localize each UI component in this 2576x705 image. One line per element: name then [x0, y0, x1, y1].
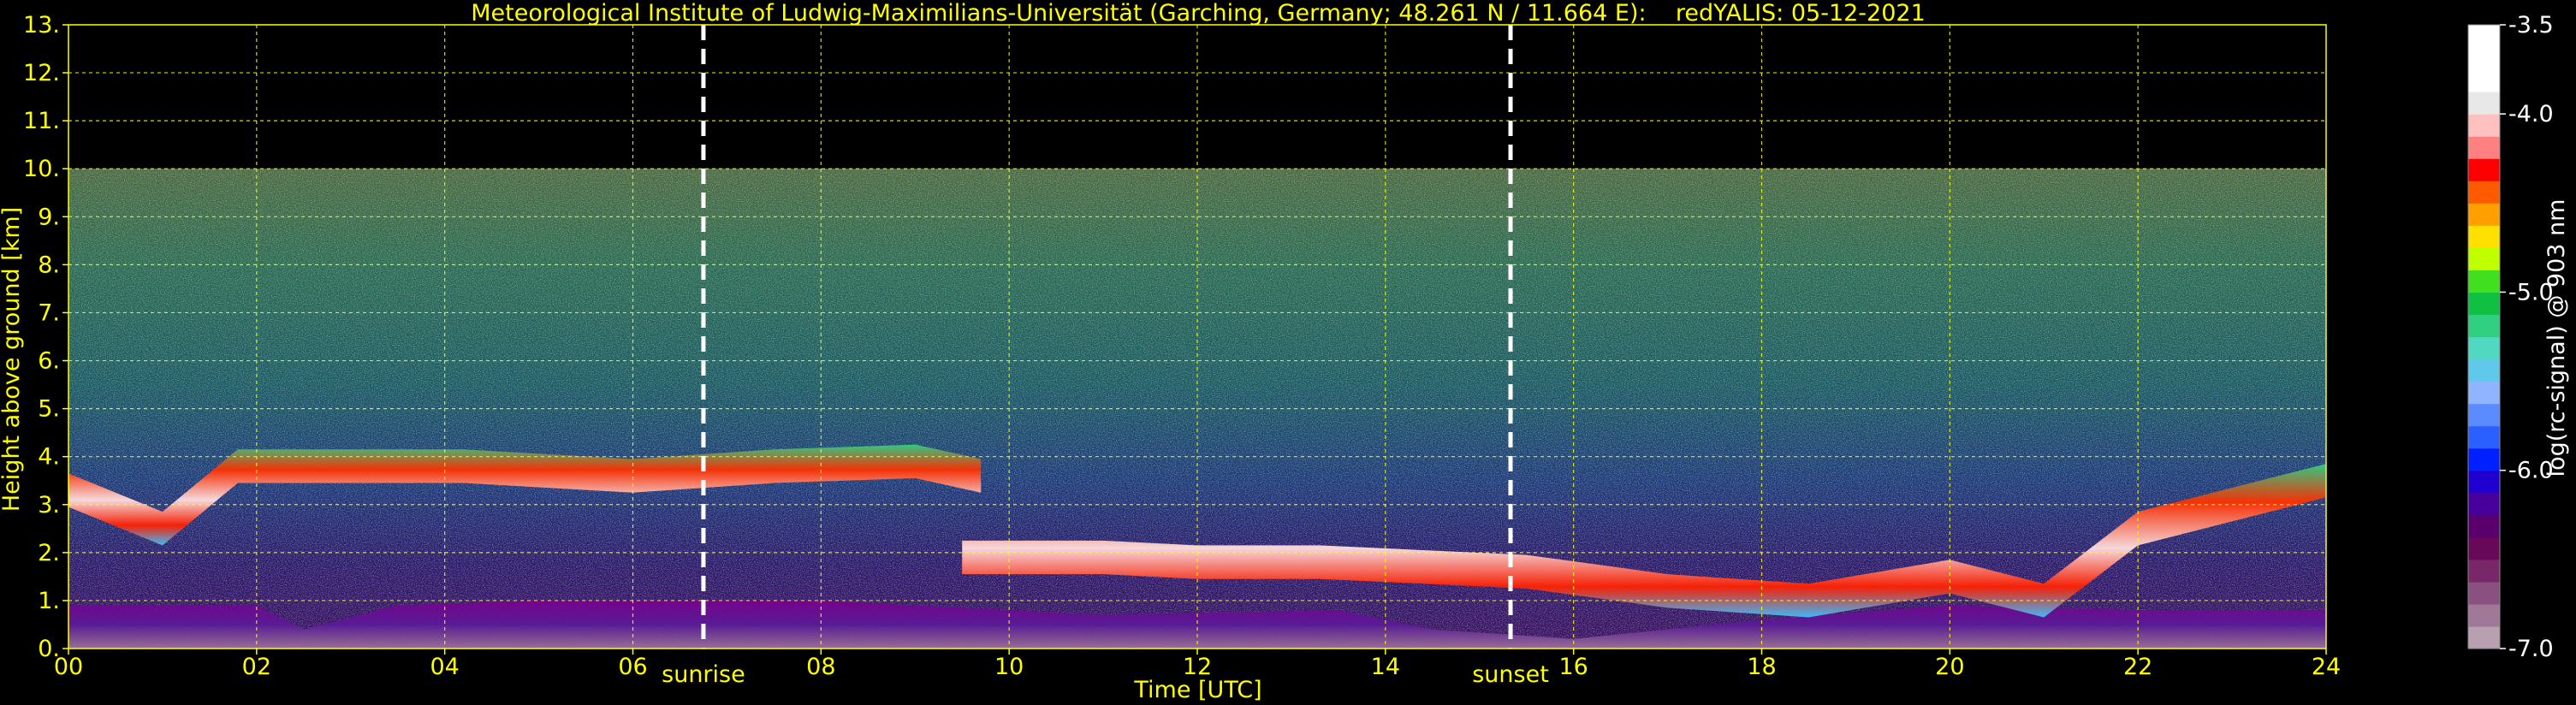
chart-title: Meteorological Institute of Ludwig-Maxim…	[471, 0, 1926, 27]
x-tick-label: 22	[2123, 654, 2152, 680]
colorbar-tick-label: -4.0	[2508, 101, 2554, 127]
colorbar-swatch	[2468, 47, 2500, 70]
y-tick-label: 9.	[38, 204, 60, 230]
colorbar-swatch	[2468, 136, 2500, 159]
colorbar-tick-label: -3.5	[2508, 12, 2554, 39]
x-tick-label: 10	[994, 654, 1024, 680]
colorbar-swatch	[2468, 336, 2500, 360]
colorbar-swatch	[2468, 158, 2500, 181]
colorbar-swatch	[2468, 25, 2500, 48]
sunrise-label: sunrise	[662, 661, 745, 688]
y-tick-label: 11.	[23, 108, 60, 134]
y-tick-label: 10.	[23, 156, 60, 182]
colorbar-label: log(rc-signal) @ 903 nm	[2543, 199, 2570, 477]
colorbar-swatch	[2468, 603, 2500, 627]
x-tick-label: 24	[2312, 654, 2341, 680]
y-tick-label: 0.	[38, 636, 60, 662]
x-tick-label: 14	[1371, 654, 1400, 680]
colorbar-swatch	[2468, 203, 2500, 226]
colorbar-swatch	[2468, 314, 2500, 338]
colorbar-swatch	[2468, 470, 2500, 494]
y-tick-label: 4.	[38, 444, 60, 471]
colorbar-swatch	[2468, 181, 2500, 204]
sunset-label: sunset	[1472, 661, 1549, 688]
x-tick-label: 08	[806, 654, 835, 680]
colorbar-swatch	[2468, 536, 2500, 560]
colorbar-swatch	[2468, 358, 2500, 382]
colorbar-swatch	[2468, 381, 2500, 405]
y-axis-label: Height above ground [km]	[0, 207, 25, 512]
y-tick-label: 8.	[38, 252, 60, 278]
lidar-chart: sunrise sunset 00 02 04 06 08 10 12 14 16 18 20 22 24…	[0, 0, 2570, 703]
x-tick-label: 16	[1558, 654, 1588, 680]
y-tick-label: 2.	[38, 540, 60, 566]
y-tick-label: 7.	[38, 299, 60, 326]
colorbar-swatch	[2468, 492, 2500, 516]
y-tick-label: 12.	[23, 60, 60, 86]
colorbar-swatch	[2468, 425, 2500, 449]
y-tick-label: 13.	[23, 12, 60, 39]
colorbar-swatch	[2468, 92, 2500, 115]
colorbar-swatch	[2468, 225, 2500, 248]
colorbar-swatch	[2468, 292, 2500, 316]
y-tick-label: 6.	[38, 348, 60, 375]
x-tick-label: 18	[1747, 654, 1776, 680]
colorbar-swatch	[2468, 581, 2500, 605]
x-tick-label: 20	[1935, 654, 1964, 680]
colorbar-swatch	[2468, 559, 2500, 583]
colorbar-swatch	[2468, 69, 2500, 92]
x-tick-label: 02	[242, 654, 271, 680]
colorbar-swatch	[2468, 270, 2500, 293]
y-tick-label: 3.	[38, 492, 60, 518]
colorbar-swatch	[2468, 114, 2500, 137]
y-tick-label: 5.	[38, 396, 60, 423]
colorbar-swatch	[2468, 625, 2500, 649]
x-axis-label: Time [UTC]	[1133, 677, 1261, 703]
colorbar-swatch	[2468, 514, 2500, 538]
colorbar-swatch	[2468, 403, 2500, 427]
colorbar-swatch	[2468, 447, 2500, 471]
x-tick-label: 06	[618, 654, 647, 680]
colorbar-tick-label: -7.0	[2508, 636, 2554, 662]
y-tick-label: 1.	[38, 588, 60, 614]
colorbar-swatch	[2468, 247, 2500, 270]
colorbar	[2467, 24, 2501, 649]
y-axis-ticks: 0. 1. 2. 3. 4. 5. 6. 7. 8. 9. 10. 11. 12. 13.	[23, 12, 68, 662]
x-tick-label: 04	[430, 654, 459, 680]
x-axis-ticks: 00 02 04 06 08 10 12 14 16 18 20 22 24	[54, 649, 2341, 680]
